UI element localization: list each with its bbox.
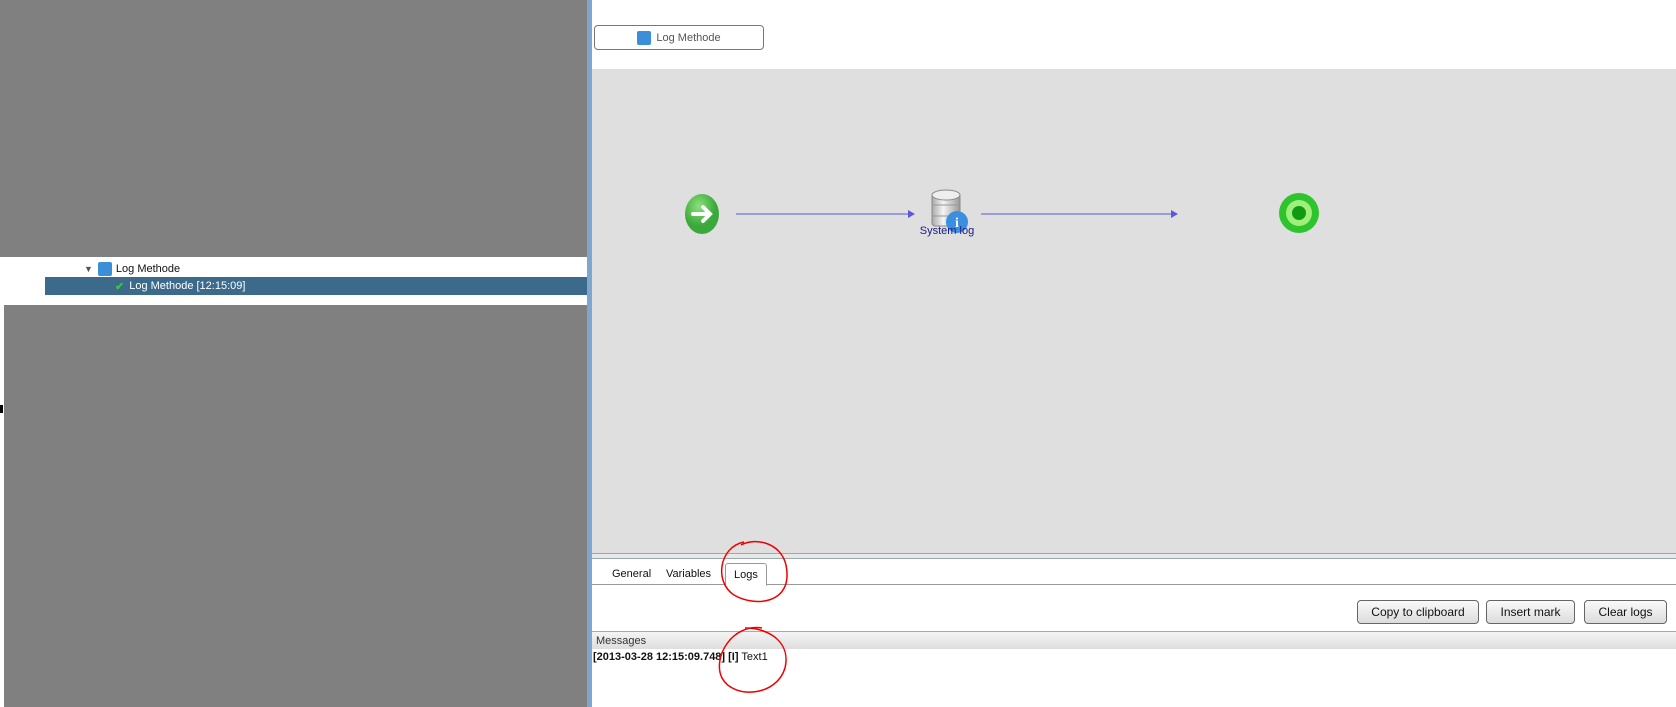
process-tree: ▼ Log Methode ✔ Log Methode [12:15:09] — [0, 257, 587, 305]
process-icon — [637, 30, 652, 45]
edge-mark — [0, 405, 3, 413]
arrowhead-icon — [908, 210, 915, 218]
process-icon — [97, 262, 112, 276]
tree-item-label: Log Methode [12:15:09] — [129, 280, 246, 292]
tab-general[interactable]: General — [604, 563, 659, 585]
insert-mark-button[interactable]: Insert mark — [1486, 600, 1575, 624]
tree-item-parent[interactable]: ▼ Log Methode — [84, 260, 180, 278]
panel-splitter[interactable] — [592, 553, 1676, 559]
node-label: System log — [919, 225, 975, 237]
left-panel-redacted-bottom — [4, 305, 587, 707]
diagram-canvas[interactable]: i System log — [592, 69, 1676, 555]
left-panel-redacted-top — [0, 0, 587, 257]
clear-logs-button[interactable]: Clear logs — [1584, 600, 1667, 624]
check-icon: ✔ — [115, 280, 125, 293]
tab-variables[interactable]: Variables — [658, 563, 719, 585]
tree-item-selected[interactable]: ✔ Log Methode [12:15:09] — [45, 277, 587, 295]
log-entry[interactable]: [2013-03-28 12:15:09.748] [I] Text1 — [593, 650, 768, 664]
process-panel: Log Methode i System log General Variabl… — [592, 0, 1676, 707]
diagram-svg: i — [685, 189, 1319, 234]
copy-to-clipboard-button[interactable]: Copy to clipboard — [1357, 600, 1479, 624]
expand-triangle-icon[interactable]: ▼ — [84, 264, 93, 274]
tab-logs[interactable]: Logs — [725, 563, 767, 586]
arrowhead-icon — [1171, 210, 1178, 218]
log-entry-text: Text1 — [741, 651, 768, 663]
tree-item-label: Log Methode — [115, 263, 181, 275]
start-node-icon[interactable] — [685, 194, 719, 234]
log-entry-prefix: [2013-03-28 12:15:09.748] [I] — [593, 651, 739, 663]
messages-header: Messages — [592, 631, 1676, 649]
tab-bar: General Variables Logs — [592, 563, 1676, 586]
process-button-label: Log Methode — [656, 31, 721, 44]
end-node-icon[interactable] — [1279, 193, 1319, 233]
process-button[interactable]: Log Methode — [594, 25, 764, 50]
